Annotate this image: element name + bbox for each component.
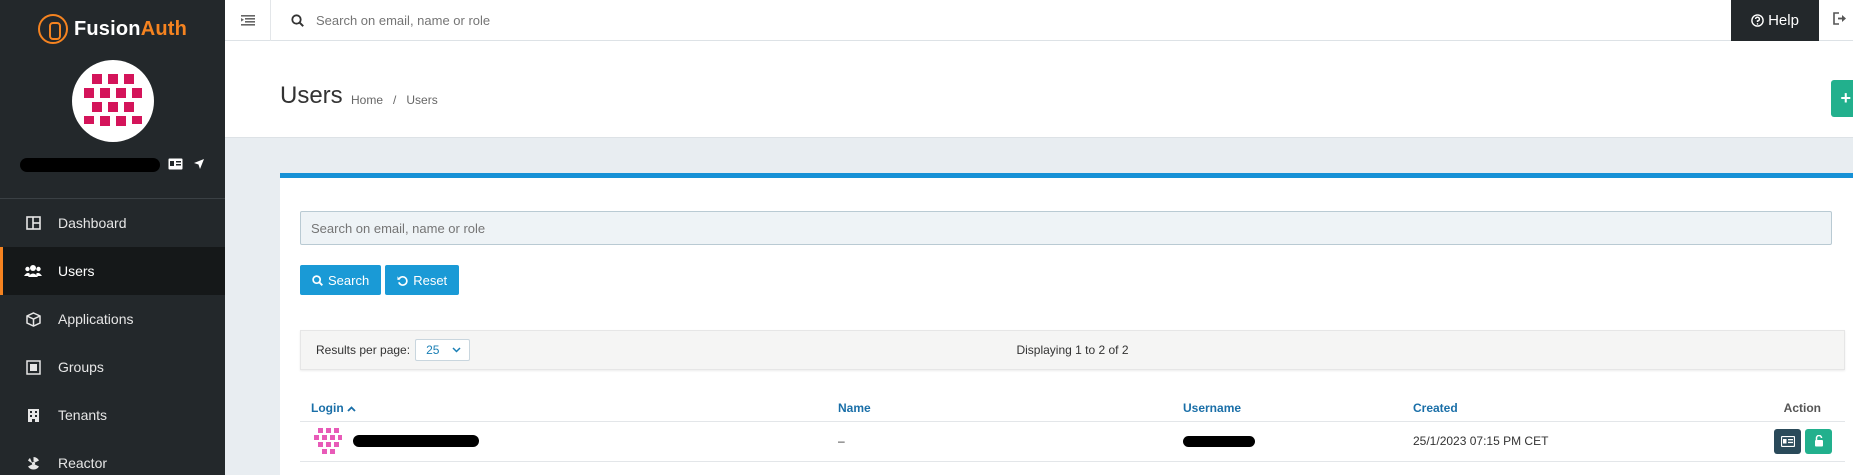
hamburger-icon: [240, 14, 255, 26]
unlock-user-button[interactable]: [1805, 428, 1832, 454]
results-per-page-value: 25: [426, 343, 440, 357]
sidebar-item-tenants[interactable]: Tenants: [0, 391, 225, 439]
users-panel: Search Reset Results per page: 25 Displa…: [280, 173, 1853, 475]
reactor-icon: [24, 456, 42, 471]
global-search-input[interactable]: [316, 12, 716, 28]
sidebar-item-label: Groups: [58, 359, 104, 375]
sidebar-item-users[interactable]: Users: [0, 247, 225, 295]
sidebar-item-label: Tenants: [58, 407, 108, 423]
id-card-icon[interactable]: [168, 158, 183, 173]
search-icon: [291, 13, 304, 27]
fusionauth-logo-icon: [37, 14, 68, 44]
table-header-row: Login Name Username Created Action: [300, 395, 1845, 422]
reset-button[interactable]: Reset: [385, 265, 460, 295]
column-login[interactable]: Login: [300, 395, 827, 422]
help-button[interactable]: Help: [1731, 0, 1819, 41]
results-per-page-select[interactable]: 25: [415, 339, 471, 361]
search-icon: [312, 274, 323, 286]
unlock-icon: [1814, 435, 1823, 447]
chevron-down-icon: [452, 347, 461, 353]
tenants-icon: [24, 408, 42, 423]
displaying-count: Displaying 1 to 2 of 2: [1016, 343, 1129, 357]
add-user-button[interactable]: +: [1831, 80, 1853, 117]
location-arrow-icon[interactable]: [193, 158, 205, 173]
sidebar-item-label: Reactor: [58, 455, 108, 471]
column-action: Action: [1652, 395, 1845, 422]
users-icon: [24, 264, 42, 278]
menu-toggle-button[interactable]: [225, 0, 271, 41]
login-cell: [300, 421, 827, 462]
name-cell: –: [827, 421, 1172, 462]
question-circle-icon: [1751, 13, 1764, 27]
view-user-button[interactable]: [1774, 428, 1801, 454]
results-per-page-label: Results per page:: [316, 343, 411, 357]
page-title: Users: [280, 82, 343, 109]
avatar[interactable]: [71, 60, 154, 142]
table-row[interactable]: – 25/1/2023 07:15 PM CET: [300, 421, 1845, 462]
avatar: [311, 424, 345, 458]
action-cell: [1652, 421, 1845, 462]
sidebar-item-label: Dashboard: [58, 215, 127, 231]
plus-icon: +: [1840, 88, 1851, 108]
current-user-row: [0, 148, 225, 182]
results-bar: Results per page: 25 Displaying 1 to 2 o…: [300, 330, 1845, 370]
logout-icon[interactable]: [1833, 12, 1847, 28]
sidebar: FusionAuth Dashboard Users Applications …: [0, 0, 225, 475]
identicon-icon: [314, 428, 342, 454]
search-button-label: Search: [328, 272, 370, 288]
sidebar-nav: Dashboard Users Applications Groups Tena…: [0, 199, 225, 475]
breadcrumb-home-link[interactable]: Home: [351, 93, 383, 107]
undo-icon: [397, 275, 408, 286]
breadcrumb: Home / Users: [351, 93, 438, 107]
sidebar-item-reactor[interactable]: Reactor: [0, 439, 225, 475]
top-search: [271, 12, 1731, 28]
username-cell: [1172, 421, 1402, 462]
cube-icon: [24, 311, 42, 327]
page-header: Users Home / Users +: [225, 41, 1853, 138]
user-search-input[interactable]: [300, 211, 1832, 245]
brand-logo[interactable]: FusionAuth: [0, 0, 225, 58]
redacted-username: [1183, 435, 1255, 447]
redacted-login: [353, 435, 479, 447]
breadcrumb-current: Users: [406, 93, 438, 107]
sort-up-icon: [347, 405, 356, 412]
sidebar-item-groups[interactable]: Groups: [0, 343, 225, 391]
id-card-icon: [1780, 435, 1795, 447]
brand-name: FusionAuth: [73, 17, 188, 40]
column-name[interactable]: Name: [827, 395, 1172, 422]
created-cell: 25/1/2023 07:15 PM CET: [1402, 421, 1652, 462]
column-username[interactable]: Username: [1172, 395, 1402, 422]
users-table: Login Name Username Created Action – 25/…: [300, 395, 1845, 462]
top-bar: Help: [225, 0, 1853, 41]
search-button[interactable]: Search: [300, 265, 382, 295]
sidebar-item-label: Applications: [58, 311, 134, 327]
reset-button-label: Reset: [413, 272, 448, 288]
redacted-user-name: [20, 158, 160, 172]
sidebar-item-dashboard[interactable]: Dashboard: [0, 199, 225, 247]
groups-icon: [24, 359, 42, 375]
identicon-icon: [83, 74, 142, 126]
help-label: Help: [1768, 11, 1799, 29]
sidebar-item-label: Users: [58, 263, 95, 279]
column-created[interactable]: Created: [1402, 395, 1652, 422]
dashboard-icon: [24, 216, 42, 230]
breadcrumb-separator: /: [393, 93, 397, 107]
sidebar-item-applications[interactable]: Applications: [0, 295, 225, 343]
